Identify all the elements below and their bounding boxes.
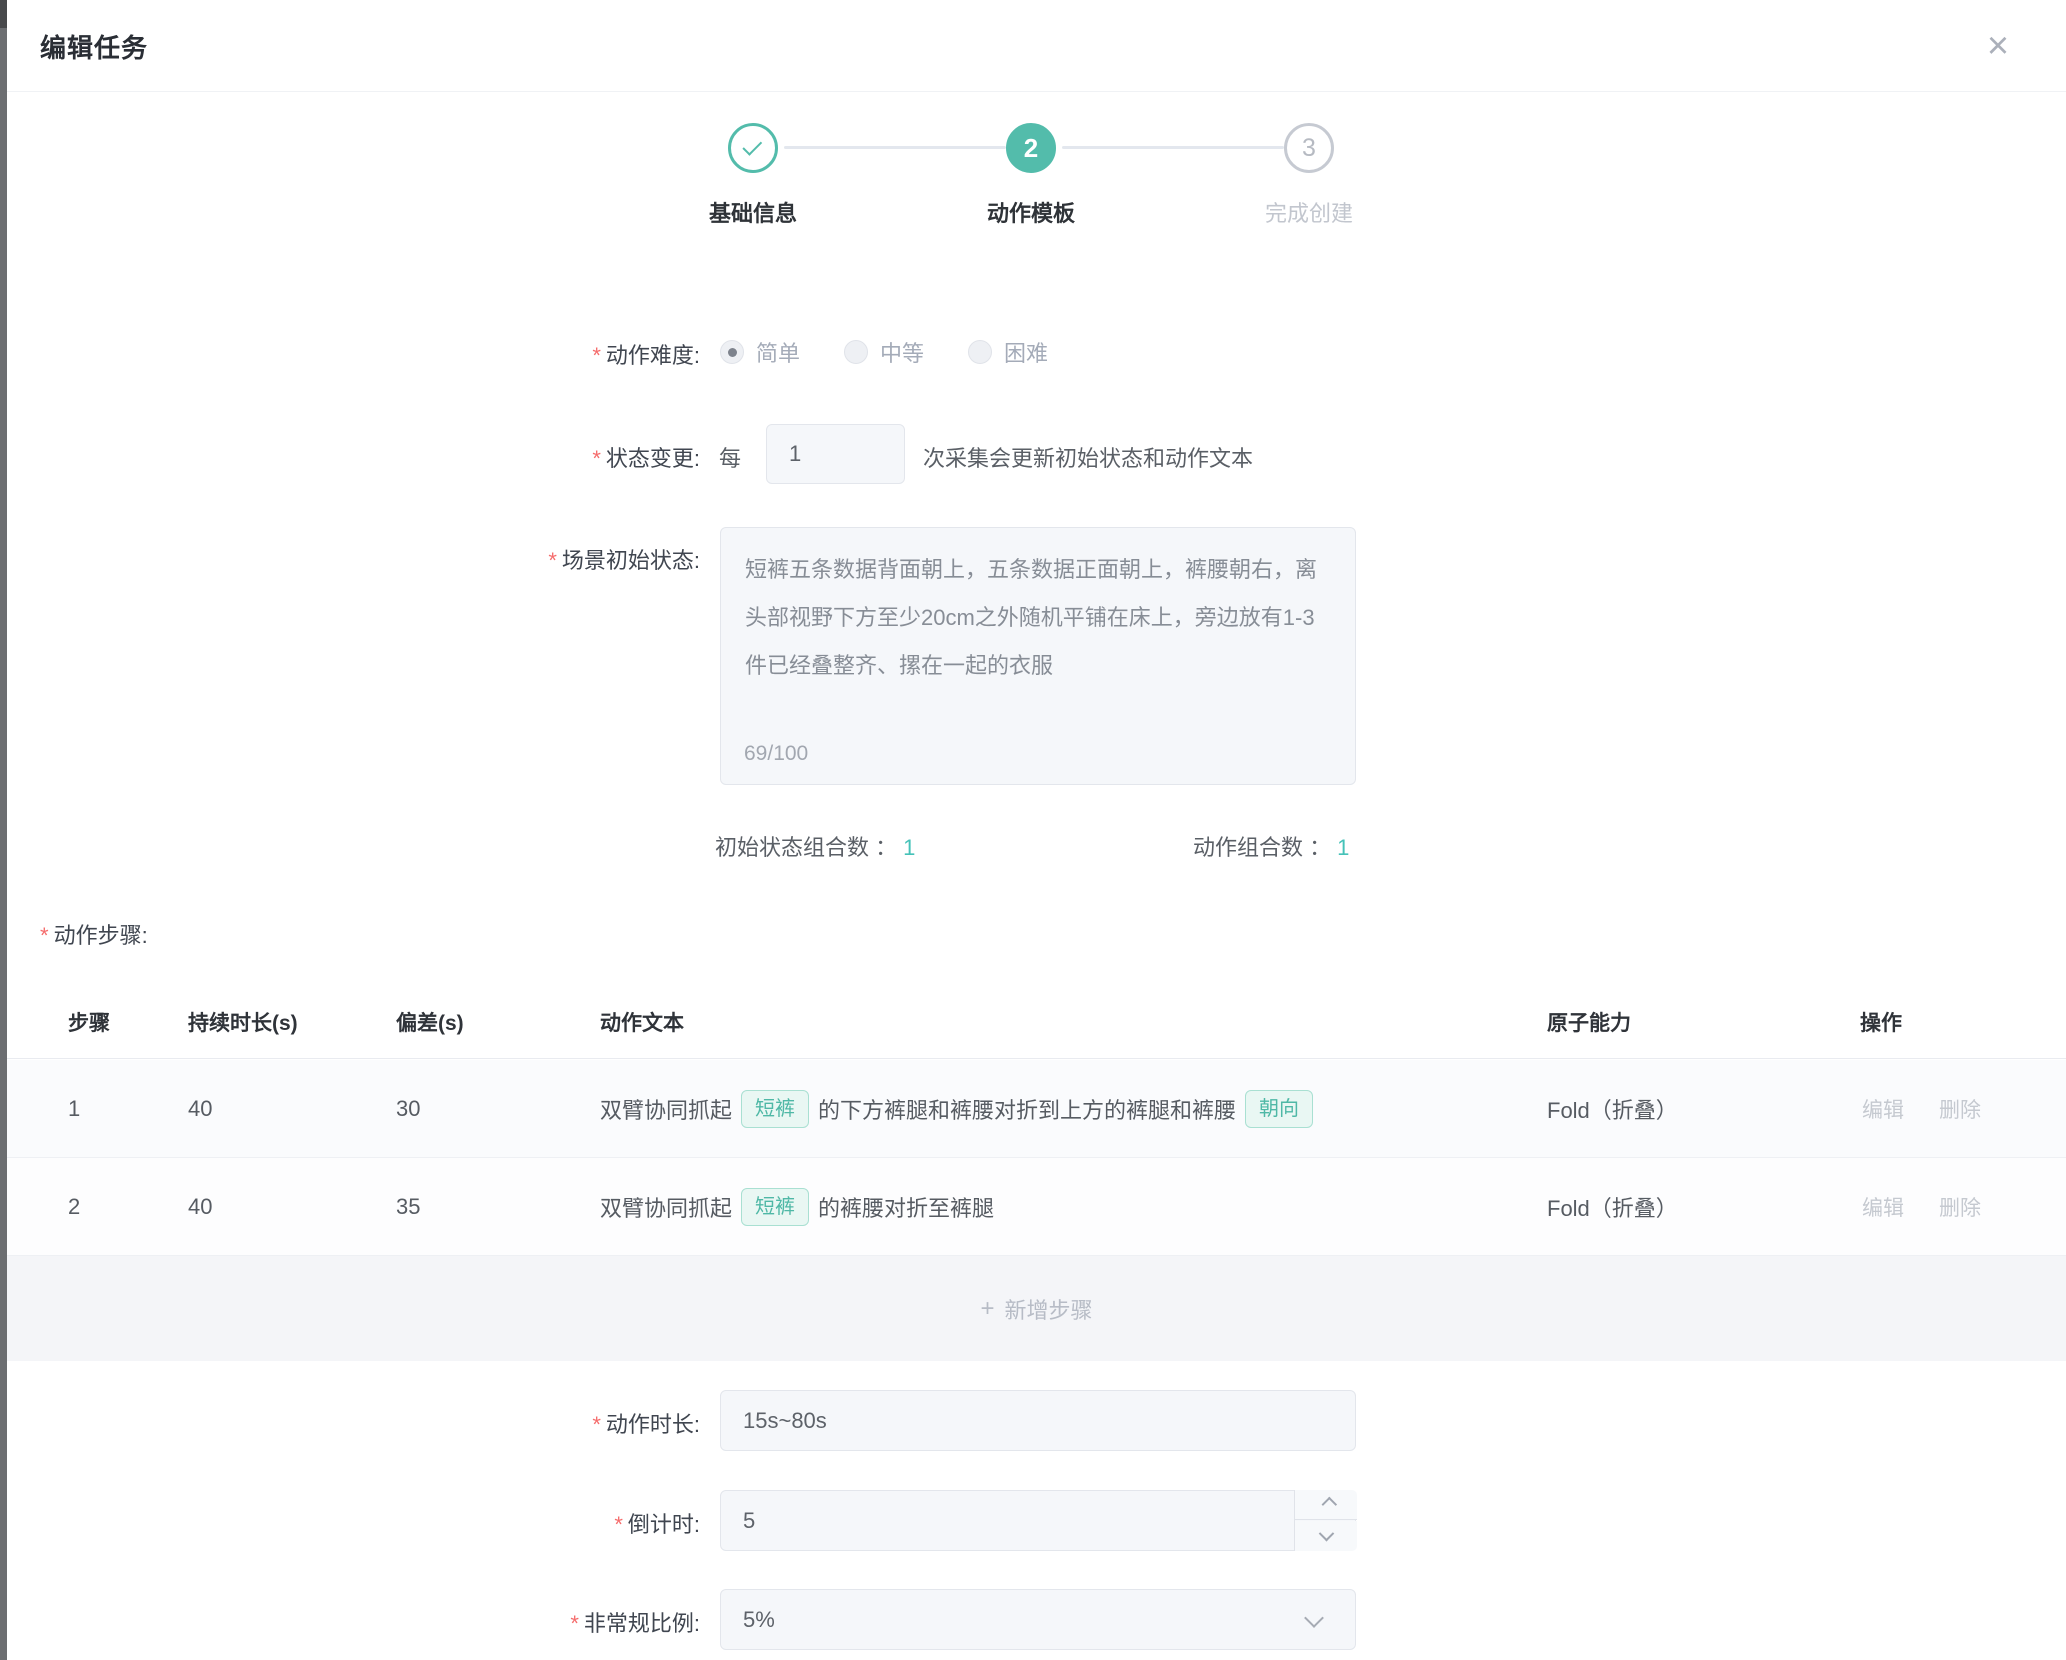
add-step-button[interactable]: + 新增步骤 xyxy=(980,1293,1092,1325)
countdown-label: *倒计时: xyxy=(7,1507,700,1539)
header-operation: 操作 xyxy=(1860,985,1902,1059)
step-3-circle-pending: 3 xyxy=(1284,123,1334,173)
header-step: 步骤 xyxy=(68,985,110,1059)
countdown-input[interactable]: 5 xyxy=(720,1490,1356,1551)
state-change-input[interactable]: 1 xyxy=(766,424,905,484)
header-atomic-ability: 原子能力 xyxy=(1547,985,1631,1059)
page-backdrop-strip xyxy=(0,0,7,1660)
object-tag: 短裤 xyxy=(741,1188,809,1226)
textarea-char-counter: 69/100 xyxy=(744,742,808,766)
orientation-tag: 朝向 xyxy=(1245,1090,1313,1128)
row2-action-text: 双臂协同抓起 短裤 的裤腰对折至裤腿 xyxy=(600,1158,1540,1256)
action-duration-label: *动作时长: xyxy=(7,1407,700,1439)
spinner-increase-button[interactable] xyxy=(1295,1490,1357,1520)
radio-hard-circle[interactable] xyxy=(968,340,992,364)
unusual-ratio-label: *非常规比例: xyxy=(7,1606,700,1638)
action-duration-row: *动作时长: 15s~80s xyxy=(7,1390,2066,1451)
combo-counts-row: 初始状态组合数 ：1 动作组合数 ：1 xyxy=(7,830,2066,862)
difficulty-label: *动作难度: xyxy=(7,338,700,370)
table-row: 2 40 35 双臂协同抓起 短裤 的裤腰对折至裤腿 Fold（折叠） 编辑 删… xyxy=(7,1158,2066,1256)
row1-atomic-ability: Fold（折叠） xyxy=(1547,1060,1678,1158)
action-duration-input[interactable]: 15s~80s xyxy=(720,1390,1356,1451)
radio-hard[interactable]: 困难 xyxy=(968,336,1048,368)
row1-step: 1 xyxy=(68,1060,80,1158)
edit-task-screen: 编辑任务 × 2 3 基础信息 动作模板 完成创建 *动作难度: xyxy=(0,0,2066,1660)
row2-duration: 40 xyxy=(188,1158,212,1256)
unusual-ratio-select[interactable]: 5% xyxy=(720,1589,1356,1650)
radio-easy-circle[interactable] xyxy=(720,340,744,364)
required-asterisk: * xyxy=(548,548,557,573)
radio-easy[interactable]: 简单 xyxy=(720,336,800,368)
object-tag: 短裤 xyxy=(741,1090,809,1128)
difficulty-row: *动作难度: 简单 中等 困难 xyxy=(7,330,2066,374)
plus-icon: + xyxy=(980,1295,994,1323)
row2-edit-link[interactable]: 编辑 xyxy=(1862,1158,1904,1256)
required-asterisk: * xyxy=(592,446,601,471)
action-combo-count: 动作组合数 ：1 xyxy=(1193,830,1349,862)
required-asterisk: * xyxy=(614,1512,623,1537)
required-asterisk: * xyxy=(592,343,601,368)
header-action-text: 动作文本 xyxy=(600,985,1540,1059)
table-header-row: 步骤 持续时长(s) 偏差(s) 动作文本 原子能力 操作 xyxy=(7,985,2066,1059)
radio-medium[interactable]: 中等 xyxy=(844,336,924,368)
chevron-up-icon xyxy=(1321,1497,1337,1513)
state-change-row: *状态变更: 每 1 次采集会更新初始状态和动作文本 xyxy=(7,424,2066,486)
difficulty-radio-group: 简单 中等 困难 xyxy=(720,330,1048,374)
dialog-header: 编辑任务 × xyxy=(7,0,2066,92)
header-deviation: 偏差(s) xyxy=(396,985,464,1059)
scene-initial-state-label: *场景初始状态: xyxy=(7,543,700,575)
state-change-prefix: 每 xyxy=(719,441,741,473)
header-duration: 持续时长(s) xyxy=(188,985,298,1059)
scene-initial-state-row: *场景初始状态: 短裤五条数据背面朝上，五条数据正面朝上，裤腰朝右，离头部视野下… xyxy=(7,527,2066,785)
step-3-number: 3 xyxy=(1302,134,1316,163)
radio-easy-label: 简单 xyxy=(756,336,800,368)
row2-delete-link[interactable]: 删除 xyxy=(1939,1158,1981,1256)
scene-initial-state-textarea[interactable]: 短裤五条数据背面朝上，五条数据正面朝上，裤腰朝右，离头部视野下方至少20cm之外… xyxy=(720,527,1356,785)
radio-medium-circle[interactable] xyxy=(844,340,868,364)
table-row: 1 40 30 双臂协同抓起 短裤 的下方裤腿和裤腰对折到上方的裤腿和裤腰 朝向… xyxy=(7,1060,2066,1158)
action-steps-section-label: *动作步骤: xyxy=(40,918,148,950)
row2-deviation: 35 xyxy=(396,1158,420,1256)
number-spinner xyxy=(1294,1490,1356,1551)
step-3-label: 完成创建 xyxy=(1199,196,1419,228)
edit-task-dialog: 编辑任务 × 2 3 基础信息 动作模板 完成创建 *动作难度: xyxy=(7,0,2066,1660)
step-2-circle-active: 2 xyxy=(1006,123,1056,173)
table-footer: + 新增步骤 xyxy=(7,1256,2066,1361)
stepper-connector xyxy=(1062,146,1284,149)
step-2-number: 2 xyxy=(1024,133,1038,164)
stepper-connector xyxy=(784,146,1006,149)
required-asterisk: * xyxy=(40,923,49,948)
countdown-row: *倒计时: 5 xyxy=(7,1490,2066,1551)
step-2-label: 动作模板 xyxy=(921,196,1141,228)
step-1-label: 基础信息 xyxy=(643,196,863,228)
close-icon[interactable]: × xyxy=(1974,22,2022,70)
required-asterisk: * xyxy=(592,1412,601,1437)
row1-duration: 40 xyxy=(188,1060,212,1158)
row1-edit-link[interactable]: 编辑 xyxy=(1862,1060,1904,1158)
radio-medium-label: 中等 xyxy=(880,336,924,368)
row1-delete-link[interactable]: 删除 xyxy=(1939,1060,1981,1158)
row2-atomic-ability: Fold（折叠） xyxy=(1547,1158,1678,1256)
state-change-label: *状态变更: xyxy=(7,441,700,473)
initial-state-combo-value: 1 xyxy=(903,835,915,860)
row1-action-text: 双臂协同抓起 短裤 的下方裤腿和裤腰对折到上方的裤腿和裤腰 朝向 xyxy=(600,1060,1540,1158)
radio-hard-label: 困难 xyxy=(1004,336,1048,368)
row2-step: 2 xyxy=(68,1158,80,1256)
initial-state-combo-count: 初始状态组合数 ：1 xyxy=(715,830,915,862)
chevron-down-icon xyxy=(1318,1525,1334,1541)
state-change-suffix: 次采集会更新初始状态和动作文本 xyxy=(923,441,1253,473)
required-asterisk: * xyxy=(570,1611,579,1636)
dialog-title: 编辑任务 xyxy=(40,28,148,65)
action-combo-value: 1 xyxy=(1337,835,1349,860)
check-icon xyxy=(742,136,762,156)
row1-deviation: 30 xyxy=(396,1060,420,1158)
step-1-circle-done xyxy=(728,123,778,173)
spinner-decrease-button[interactable] xyxy=(1295,1521,1357,1551)
unusual-ratio-row: *非常规比例: 5% xyxy=(7,1589,2066,1650)
